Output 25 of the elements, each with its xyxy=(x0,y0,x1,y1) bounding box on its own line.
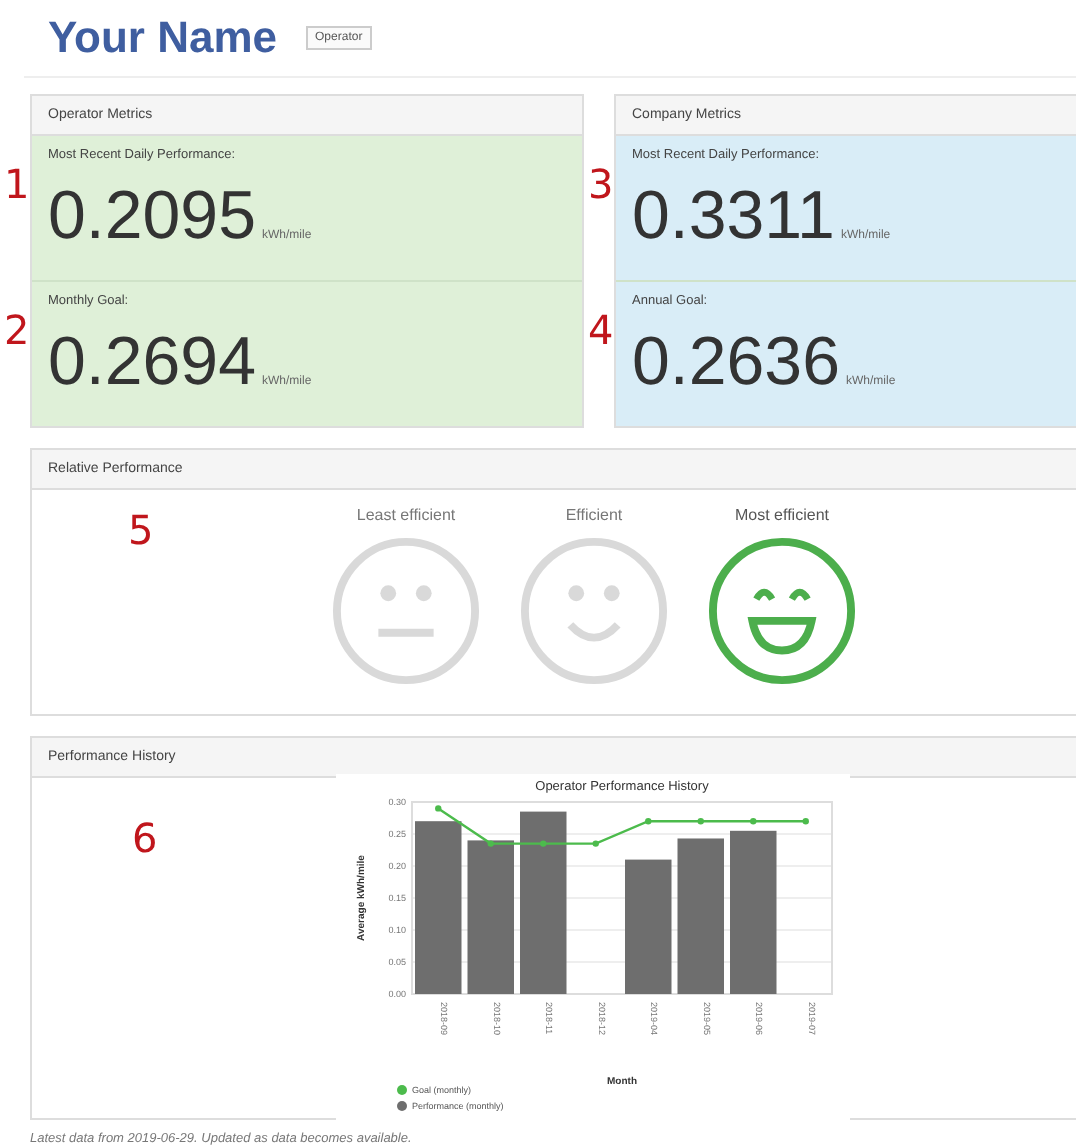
annotation-number: 1 xyxy=(4,164,30,204)
point xyxy=(697,818,704,825)
performance-bar xyxy=(625,859,672,994)
point xyxy=(750,818,757,825)
point xyxy=(802,818,809,825)
metric-value: 0.2095 xyxy=(48,178,256,256)
metric-value: 0.2636 xyxy=(632,324,840,402)
page-title: Your Name xyxy=(48,12,278,64)
efficiency-label: Efficient xyxy=(565,506,623,524)
point xyxy=(540,840,547,847)
legend-swatch xyxy=(397,1101,407,1111)
annotation-number: 3 xyxy=(588,164,614,204)
metric-value: 0.3311 xyxy=(632,178,835,256)
point xyxy=(435,805,442,812)
legend-swatch xyxy=(397,1085,407,1095)
annotation-number: 2 xyxy=(4,310,30,350)
point xyxy=(487,840,494,847)
point xyxy=(645,818,652,825)
annotation-number: 6 xyxy=(132,818,158,858)
efficiency-label: Most efficient xyxy=(735,506,829,524)
point xyxy=(592,840,599,847)
annotation-number: 4 xyxy=(588,310,614,350)
efficiency-label: Least efficient xyxy=(356,506,456,524)
annotation-number: 5 xyxy=(128,510,154,550)
metric-value: 0.2694 xyxy=(48,324,256,402)
